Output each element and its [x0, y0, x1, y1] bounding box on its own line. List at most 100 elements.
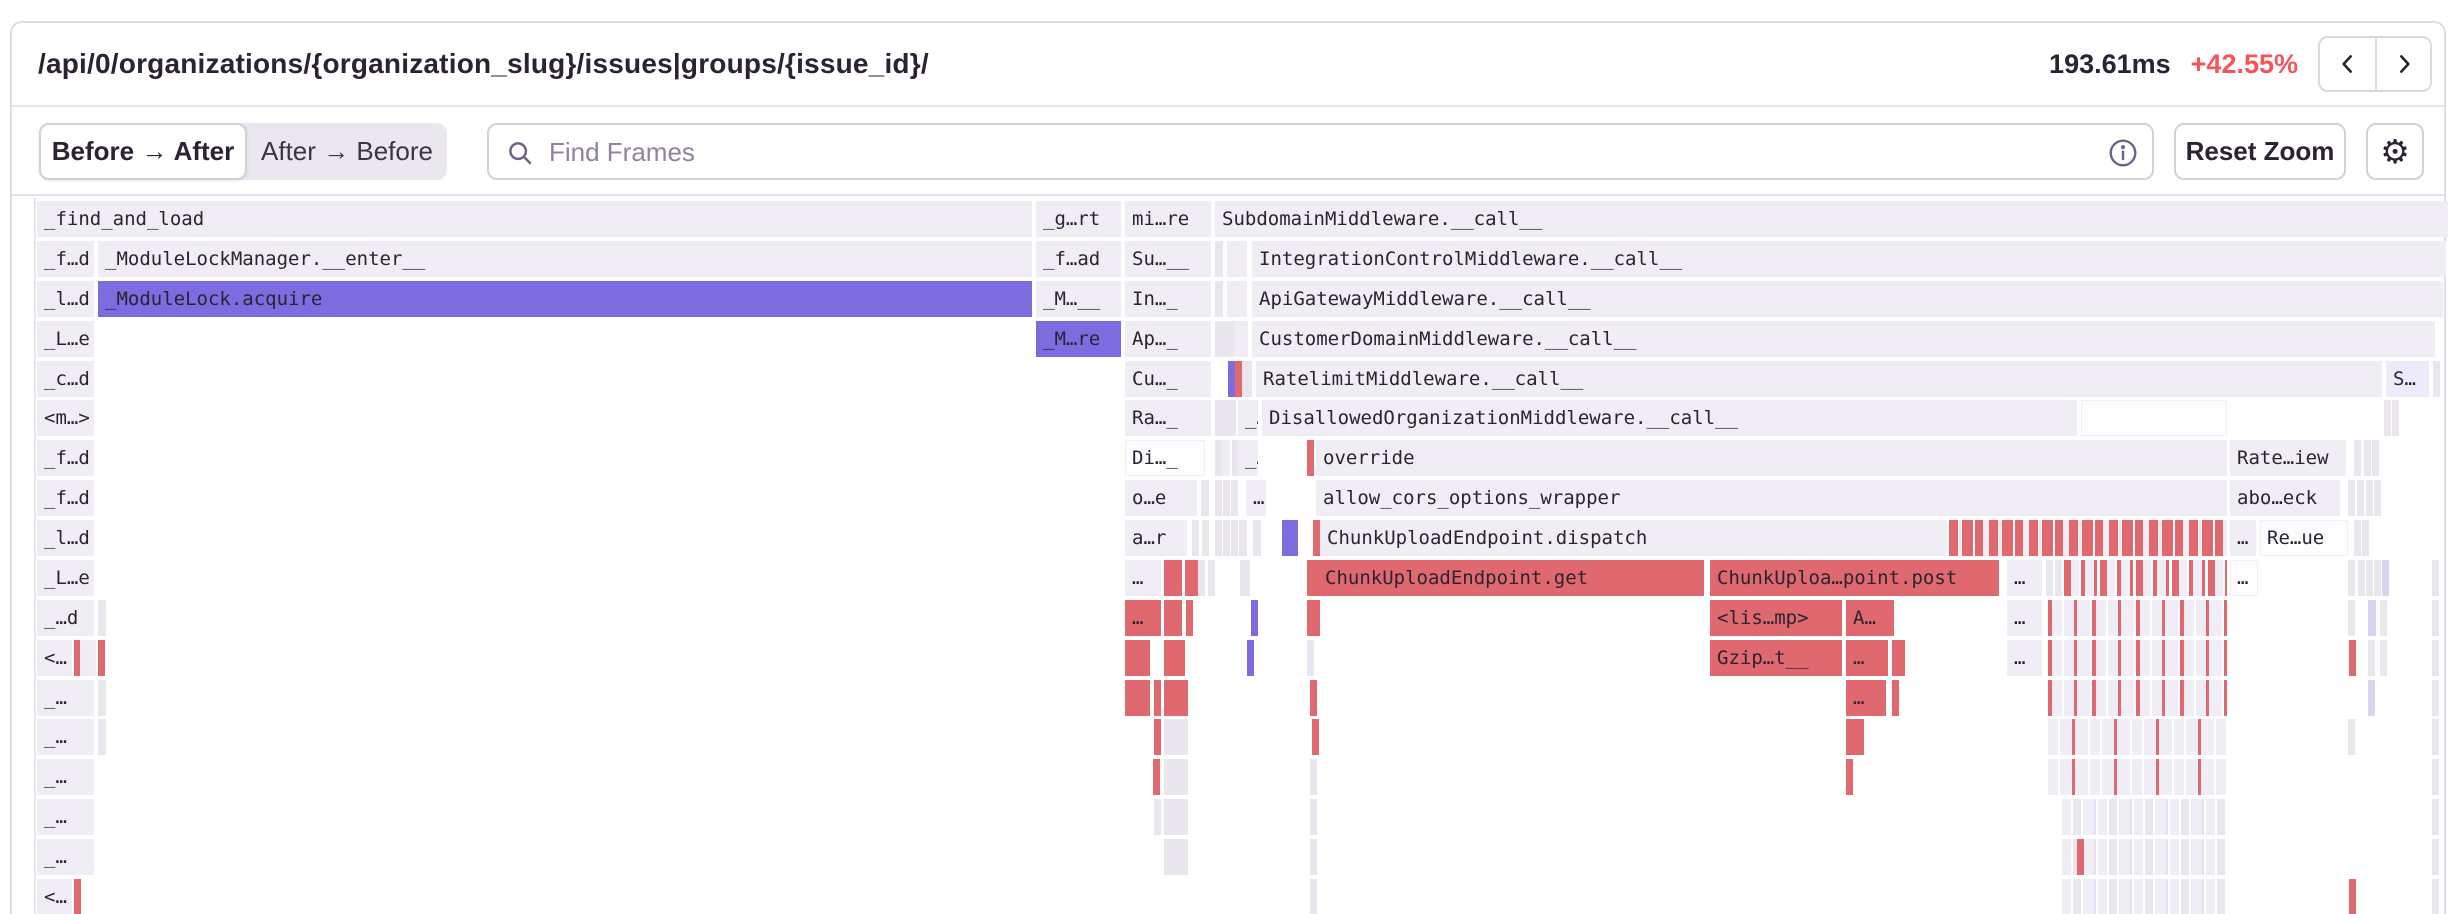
flame-sliver[interactable]: [1239, 520, 1247, 556]
flame-sliver[interactable]: [1215, 400, 1222, 436]
flame-frame[interactable]: _…: [1238, 440, 1258, 476]
flame-frame[interactable]: abo…eck: [2230, 480, 2340, 516]
flame-sliver[interactable]: [2366, 560, 2373, 596]
flame-sliver[interactable]: [1192, 520, 1199, 556]
flame-sliver[interactable]: [1949, 520, 2227, 556]
flame-frame[interactable]: IntegrationControlMiddleware.__call__: [1252, 241, 2446, 277]
flame-frame[interactable]: _…: [37, 719, 94, 755]
flame-sliver[interactable]: [1235, 361, 1242, 397]
flame-frame[interactable]: _…: [1238, 400, 1258, 436]
flame-frame[interactable]: mi…re: [1125, 201, 1211, 237]
flame-frame[interactable]: _f…d: [37, 241, 94, 277]
flame-sliver[interactable]: [2357, 480, 2364, 516]
flame-sliver[interactable]: [1153, 759, 1160, 795]
flame-frame[interactable]: allow_cors_options_wrapper: [1316, 480, 2227, 516]
flame-sliver[interactable]: [2432, 759, 2439, 795]
flame-sliver[interactable]: [98, 640, 105, 676]
flame-sliver[interactable]: [1215, 440, 1222, 476]
flame-sliver[interactable]: [2062, 799, 2227, 835]
flame-sliver[interactable]: [2382, 560, 2389, 596]
flamegraph[interactable]: _find_and_load_g…rtmi…reSubdomainMiddlew…: [12, 23, 2444, 914]
flame-frame[interactable]: _…: [37, 839, 94, 875]
flame-frame[interactable]: _M…__: [1036, 281, 1121, 317]
flame-sliver[interactable]: [1310, 680, 1317, 716]
flame-frame[interactable]: _g…rt: [1036, 201, 1121, 237]
flame-sliver[interactable]: [2380, 640, 2387, 676]
flame-sliver[interactable]: [2046, 560, 2053, 596]
flame-frame[interactable]: …: [2007, 640, 2042, 676]
flame-frame[interactable]: …: [2007, 560, 2042, 596]
flame-sliver[interactable]: [1313, 600, 1320, 636]
flame-sliver[interactable]: [2358, 560, 2365, 596]
flame-frame[interactable]: SubdomainMiddleware.__call__: [1215, 201, 2448, 237]
flame-sliver[interactable]: [2432, 680, 2439, 716]
flame-sliver[interactable]: [1898, 640, 1905, 676]
flame-sliver[interactable]: [2055, 560, 2062, 596]
flame-sliver[interactable]: [1223, 480, 1230, 516]
flame-sliver[interactable]: [1310, 879, 1317, 914]
flame-sliver[interactable]: [1222, 400, 1229, 436]
flame-sliver[interactable]: [1215, 480, 1222, 516]
flame-sliver[interactable]: [2392, 400, 2399, 436]
flame-sliver[interactable]: [2048, 600, 2227, 636]
flame-frame[interactable]: …: [1125, 600, 1161, 636]
flame-frame[interactable]: RatelimitMiddleware.__call__: [1256, 361, 2382, 397]
flame-sliver[interactable]: [2362, 520, 2369, 556]
flame-frame[interactable]: _M…re: [1036, 321, 1121, 357]
flame-frame[interactable]: _l…d: [37, 281, 94, 317]
flame-sliver[interactable]: [80, 640, 96, 676]
flame-frame[interactable]: …: [2007, 600, 2042, 636]
flame-frame[interactable]: a…r: [1125, 520, 1187, 556]
flame-sliver[interactable]: [98, 719, 106, 755]
flame-sliver[interactable]: [1242, 361, 1252, 397]
flame-sliver[interactable]: [2081, 400, 2227, 436]
flame-sliver[interactable]: [2348, 719, 2355, 755]
flame-frame[interactable]: override: [1316, 440, 2227, 476]
flame-sliver[interactable]: [1231, 520, 1238, 556]
flame-sliver[interactable]: [1125, 640, 1150, 676]
flame-frame[interactable]: _L…e: [37, 321, 94, 357]
flame-sliver[interactable]: [2077, 839, 2084, 875]
flame-sliver[interactable]: [2380, 600, 2387, 636]
flame-sliver[interactable]: [1312, 719, 1319, 755]
flame-sliver[interactable]: [1125, 680, 1150, 716]
flame-sliver[interactable]: [1846, 719, 1864, 755]
flame-frame[interactable]: <…: [37, 879, 72, 914]
flame-frame[interactable]: _…: [37, 759, 94, 795]
flame-frame[interactable]: _f…d: [37, 480, 94, 516]
flame-sliver[interactable]: [2354, 520, 2361, 556]
flame-sliver[interactable]: [1253, 520, 1261, 556]
flame-sliver[interactable]: [1310, 839, 1317, 875]
flame-sliver[interactable]: [1164, 640, 1185, 676]
flame-sliver[interactable]: [1227, 321, 1234, 357]
flame-frame[interactable]: Ra…_: [1125, 400, 1211, 436]
flame-sliver[interactable]: [2048, 759, 2227, 795]
flame-sliver[interactable]: [98, 680, 106, 716]
flame-frame[interactable]: …: [1246, 480, 1266, 516]
flame-sliver[interactable]: [1846, 759, 1853, 795]
flame-sliver[interactable]: [1310, 799, 1317, 835]
flame-frame[interactable]: ChunkUploadEndpoint.get: [1318, 560, 1704, 596]
flame-frame[interactable]: <…: [37, 640, 72, 676]
flame-sliver[interactable]: [1234, 321, 1248, 357]
flame-frame[interactable]: Gzip…t__: [1710, 640, 1842, 676]
flame-sliver[interactable]: [1251, 600, 1258, 636]
flame-sliver[interactable]: [2368, 680, 2375, 716]
flame-frame[interactable]: _…: [37, 799, 94, 835]
flame-sliver[interactable]: [1202, 520, 1209, 556]
flame-frame[interactable]: _c…d: [37, 361, 94, 397]
flame-sliver[interactable]: [1227, 281, 1247, 317]
flame-sliver[interactable]: [1215, 520, 1222, 556]
flame-sliver[interactable]: [2374, 480, 2381, 516]
flame-sliver[interactable]: [1228, 361, 1235, 397]
flame-frame[interactable]: …: [1125, 560, 1161, 596]
flame-sliver[interactable]: [1307, 640, 1314, 676]
flame-frame[interactable]: …: [1846, 680, 1886, 716]
flame-sliver[interactable]: [2348, 560, 2355, 596]
flame-sliver[interactable]: [1191, 560, 1198, 596]
flame-frame[interactable]: Re…ue: [2260, 520, 2348, 556]
flame-frame[interactable]: _…: [37, 680, 94, 716]
flame-sliver[interactable]: [1229, 400, 1236, 436]
flame-sliver[interactable]: [2364, 440, 2371, 476]
flame-frame[interactable]: A…: [1846, 600, 1894, 636]
